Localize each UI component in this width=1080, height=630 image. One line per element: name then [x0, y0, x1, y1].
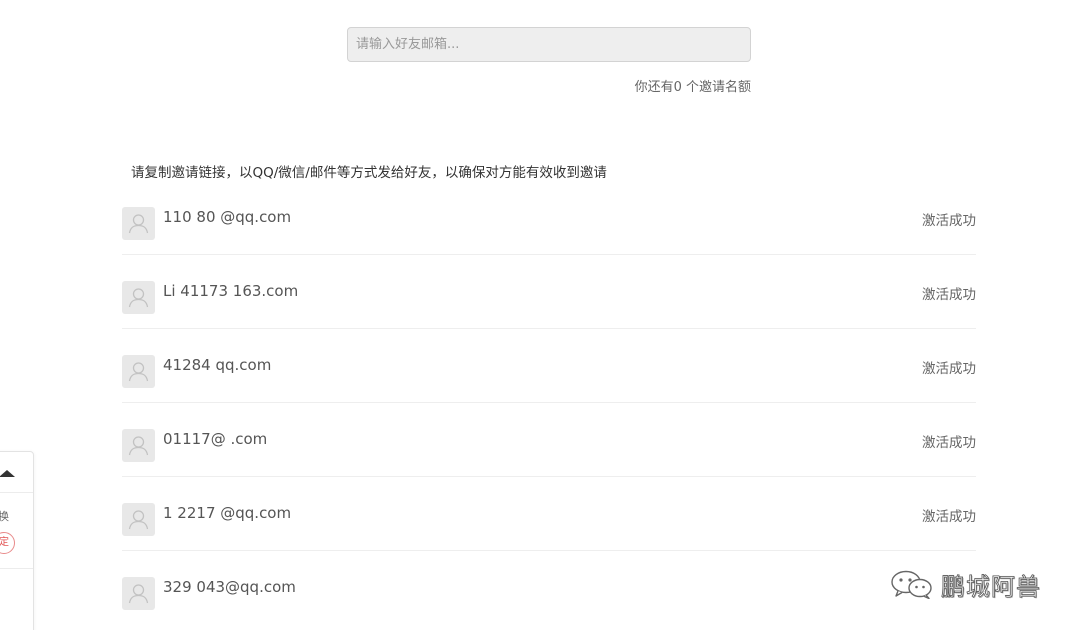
avatar-icon	[122, 355, 155, 388]
invitee-email: 1 2217 @qq.com	[163, 504, 292, 522]
switch-button[interactable]: 切换	[0, 508, 9, 524]
avatar-icon	[122, 429, 155, 462]
invitee-email: 41284 qq.com	[163, 356, 272, 374]
list-item: Li 41173 163.com 激活成功	[122, 255, 976, 329]
list-item: 1 2217 @qq.com 激活成功	[122, 477, 976, 551]
avatar-icon	[122, 503, 155, 536]
activation-status: 激活成功	[922, 509, 976, 525]
divider	[0, 568, 33, 569]
list-item: 01117@ .com 激活成功	[122, 403, 976, 477]
divider	[0, 492, 33, 493]
activation-status: 激活成功	[922, 287, 976, 303]
invitee-email: 110 80 @qq.com	[163, 208, 292, 226]
avatar-icon	[122, 577, 155, 610]
avatar-icon	[122, 281, 155, 314]
badge-button[interactable]: 定	[0, 532, 15, 554]
invite-instruction: 请复制邀请链接，以QQ/微信/邮件等方式发给好友，以确保对方能有效收到邀请	[131, 165, 607, 181]
list-item: 329 043@qq.com	[122, 551, 976, 625]
list-item: 110 80 @qq.com 激活成功	[122, 181, 976, 255]
floating-side-toolbar: 切换 定	[0, 451, 34, 630]
invite-quota-text: 你还有0 个邀请名额	[634, 80, 751, 95]
caret-up-icon[interactable]	[0, 470, 15, 477]
list-item: 41284 qq.com 激活成功	[122, 329, 976, 403]
invited-user-list: 110 80 @qq.com 激活成功 Li 41173 163.com 激活成…	[122, 181, 976, 625]
invitee-email: Li 41173 163.com	[163, 282, 299, 300]
avatar-icon	[122, 207, 155, 240]
invitee-email: 01117@ .com	[163, 430, 268, 448]
friend-email-input[interactable]	[347, 27, 751, 62]
activation-status: 激活成功	[922, 435, 976, 451]
page: 你还有0 个邀请名额 请复制邀请链接，以QQ/微信/邮件等方式发给好友，以确保对…	[0, 0, 1080, 630]
activation-status: 激活成功	[922, 361, 976, 377]
invitee-email: 329 043@qq.com	[163, 578, 296, 596]
activation-status: 激活成功	[922, 213, 976, 229]
